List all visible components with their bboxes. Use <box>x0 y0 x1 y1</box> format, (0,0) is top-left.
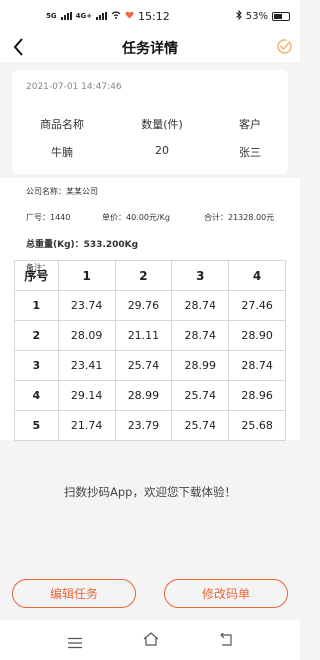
total-label: 合计： <box>204 213 228 222</box>
table-header-cell: 1 <box>57 260 116 291</box>
bluetooth-icon <box>235 9 242 23</box>
status-right: 53% <box>235 9 290 23</box>
signal-4g-label: 4G+ <box>75 12 93 20</box>
table-cell: 4 <box>14 380 59 411</box>
table-cell: 28.96 <box>228 380 286 411</box>
table-cell: 28.74 <box>171 290 230 321</box>
table-cell: 28.99 <box>114 380 173 411</box>
home-icon[interactable] <box>142 630 160 648</box>
table-cell: 25.68 <box>228 410 286 441</box>
menu-icon[interactable] <box>67 634 83 649</box>
modify-sheet-button[interactable]: 修改码单 <box>164 579 288 608</box>
heart-icon <box>125 11 134 21</box>
task-info-section: 公司名称：某某公司 厂号：1440 单价：40.00元/Kg 合计：21328.… <box>0 178 300 441</box>
battery-icon <box>272 12 290 21</box>
table-header-cell: 序号 <box>14 260 59 291</box>
signal-indicators: 5G 4G+ <box>46 11 134 21</box>
table-cell: 3 <box>14 350 59 381</box>
signal-5g-label: 5G <box>46 12 57 20</box>
signal-bars-icon <box>60 12 72 20</box>
battery-percent: 53% <box>245 11 268 22</box>
signal-bars-icon-2 <box>96 12 108 20</box>
table-cell: 28.74 <box>228 350 286 381</box>
gross-weight-label: 总重量(Kg)： <box>26 240 84 250</box>
table-cell: 28.74 <box>171 320 230 351</box>
table-cell: 5 <box>14 410 59 441</box>
table-header-row: 序号 1 2 3 4 <box>14 260 286 291</box>
status-time: 15:12 <box>138 10 170 23</box>
total-line: 合计：21328.00元 <box>204 212 274 223</box>
table-cell: 27.46 <box>228 290 286 321</box>
gross-weight-value: 533.200Kg <box>83 240 139 250</box>
table-cell: 23.41 <box>57 350 116 381</box>
table-header-cell: 2 <box>114 260 173 291</box>
table-cell: 28.99 <box>171 350 230 381</box>
table-cell: 28.90 <box>228 320 286 351</box>
table-cell: 25.74 <box>114 350 173 381</box>
value-quantity: 20 <box>155 144 169 157</box>
factory-label: 厂号： <box>26 213 50 222</box>
edit-task-button[interactable]: 编辑任务 <box>12 579 136 608</box>
system-navigation-bar <box>0 620 300 660</box>
nav-bar: 任务详情 <box>0 34 300 62</box>
table-cell: 29.76 <box>114 290 173 321</box>
table-header-cell: 4 <box>228 260 286 291</box>
table-cell: 28.09 <box>57 320 116 351</box>
unit-price-label: 单价： <box>102 213 126 222</box>
company-line: 公司名称：某某公司 <box>26 186 98 197</box>
company-label: 公司名称： <box>26 187 66 196</box>
table-row: 3 23.41 25.74 28.99 28.74 <box>14 350 286 381</box>
download-promo-text: 扫数抄码App，欢迎您下载体验！ <box>64 485 236 499</box>
factory-line: 厂号：1440 <box>26 212 70 223</box>
table-cell: 25.74 <box>171 380 230 411</box>
header-quantity: 数量(件) <box>141 118 183 131</box>
company-value: 某某公司 <box>66 187 98 196</box>
table-cell: 21.11 <box>114 320 173 351</box>
unit-price-value: 40.00元/Kg <box>126 213 170 222</box>
table-row: 1 23.74 29.76 28.74 27.46 <box>14 290 286 321</box>
table-cell: 21.74 <box>57 410 116 441</box>
total-value: 21328.00元 <box>228 213 275 222</box>
table-cell: 29.14 <box>57 380 116 411</box>
unit-price-line: 单价：40.00元/Kg <box>102 212 170 223</box>
page-title: 任务详情 <box>122 41 178 57</box>
header-customer: 客户 <box>239 118 261 131</box>
header-product-name: 商品名称 <box>40 118 84 131</box>
table-row: 4 29.14 28.99 25.74 28.96 <box>14 380 286 411</box>
summary-value-row: 牛腩 20 张三 <box>12 144 288 160</box>
value-customer: 张三 <box>239 146 261 159</box>
table-cell: 25.74 <box>171 410 230 441</box>
back-icon[interactable] <box>218 631 234 646</box>
task-summary-card: 2021-07-01 14:47:46 商品名称 数量(件) 客户 牛腩 20 … <box>12 70 288 174</box>
task-timestamp: 2021-07-01 14:47:46 <box>26 82 122 92</box>
value-product-name: 牛腩 <box>51 146 73 159</box>
factory-value: 1440 <box>50 213 71 222</box>
table-row: 2 28.09 21.11 28.74 28.90 <box>14 320 286 351</box>
summary-header-row: 商品名称 数量(件) 客户 <box>12 116 288 132</box>
table-cell: 1 <box>14 290 59 321</box>
wifi-icon <box>111 11 121 21</box>
weight-table: 序号 1 2 3 4 1 23.74 29.76 28.74 27.46 2 2… <box>14 260 286 441</box>
gross-weight-line: 总重量(Kg)：533.200Kg <box>26 237 138 250</box>
status-bar: 5G 4G+ 15:12 53% <box>0 0 300 34</box>
table-header-cell: 3 <box>171 260 230 291</box>
table-cell: 23.74 <box>57 290 116 321</box>
table-cell: 23.79 <box>114 410 173 441</box>
table-cell: 2 <box>14 320 59 351</box>
table-row: 5 21.74 23.79 25.74 25.68 <box>14 410 286 441</box>
check-circle-icon[interactable] <box>276 38 292 54</box>
